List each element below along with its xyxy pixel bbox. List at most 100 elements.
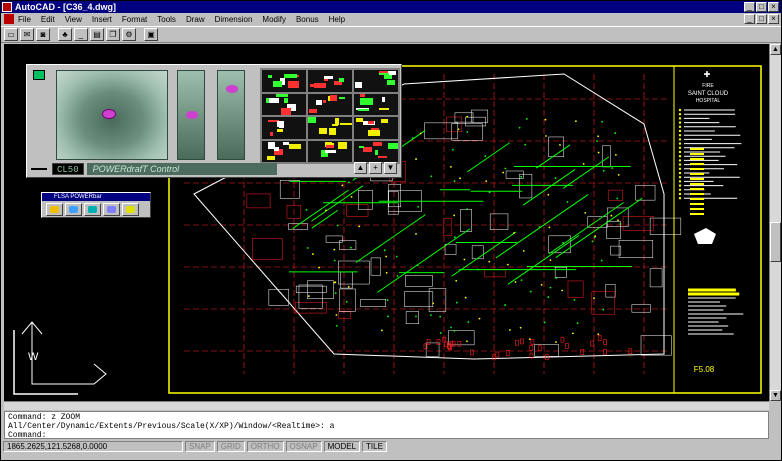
tree-icon[interactable]: ♣ bbox=[58, 28, 72, 41]
menu-tools[interactable]: Tools bbox=[157, 15, 176, 24]
elevation-slider-knob[interactable] bbox=[226, 85, 238, 93]
sprinkler-head bbox=[614, 132, 617, 134]
view-icon[interactable] bbox=[103, 203, 120, 216]
osnap-toggle[interactable]: OSNAP bbox=[285, 441, 322, 452]
rotate-slider[interactable] bbox=[177, 70, 205, 160]
command-prompt[interactable]: Command: bbox=[8, 431, 765, 440]
horizontal-scrollbar[interactable] bbox=[4, 401, 769, 410]
layer-icon[interactable] bbox=[122, 203, 139, 216]
menu-bar: File Edit View Insert Format Tools Draw … bbox=[1, 13, 781, 25]
sprinkler-head bbox=[432, 302, 435, 305]
menu-view[interactable]: View bbox=[65, 15, 82, 24]
model-toggle[interactable]: MODEL bbox=[323, 441, 361, 452]
rotate-slider-knob[interactable] bbox=[186, 111, 198, 119]
viewpoint-marker[interactable] bbox=[102, 109, 116, 119]
scroll-down-button[interactable]: ▼ bbox=[384, 162, 397, 174]
sprinkler-head bbox=[562, 242, 564, 244]
room bbox=[404, 291, 434, 307]
menu-insert[interactable]: Insert bbox=[92, 15, 112, 24]
camera-icon[interactable]: ◙ bbox=[36, 28, 50, 41]
window-minimize-button[interactable]: _ bbox=[744, 2, 755, 12]
settings-icon[interactable]: ⚙ bbox=[122, 28, 136, 41]
command-window[interactable]: Command: z ZOOM All/Center/Dynamic/Exten… bbox=[4, 411, 769, 440]
view-thumbnail[interactable] bbox=[262, 117, 306, 139]
view-thumbnail[interactable] bbox=[308, 140, 352, 162]
scroll-down-arrow-icon[interactable]: ▼ bbox=[770, 390, 781, 401]
room bbox=[337, 311, 351, 319]
ortho-toggle[interactable]: ORTHO bbox=[246, 441, 284, 452]
menu-bonus[interactable]: Bonus bbox=[296, 15, 319, 24]
ucs-icon: W bbox=[13, 321, 107, 395]
title-block-line1: FIRE bbox=[702, 83, 714, 89]
doc-close-button[interactable]: × bbox=[768, 14, 779, 24]
menu-dimension[interactable]: Dimension bbox=[215, 15, 253, 24]
mail-icon[interactable]: ✉ bbox=[20, 28, 34, 41]
view-thumbnail[interactable] bbox=[262, 93, 306, 115]
sprinkler-head bbox=[453, 329, 456, 332]
view-thumbnail[interactable] bbox=[308, 93, 352, 115]
view-thumbnail[interactable] bbox=[262, 70, 306, 92]
orbit-icon[interactable] bbox=[84, 203, 101, 216]
zoom-icon[interactable] bbox=[65, 203, 82, 216]
view-thumbnail[interactable] bbox=[354, 70, 398, 92]
title-block: ✚ FIRE SAINT CLOUD HOSPITAL F5.08 bbox=[688, 70, 729, 374]
room bbox=[358, 190, 373, 210]
view-thumbnail[interactable] bbox=[354, 117, 398, 139]
window-icon[interactable]: ▤ bbox=[90, 28, 104, 41]
vertical-scrollbar[interactable]: ▲ ▼ bbox=[769, 44, 781, 401]
document-icon[interactable] bbox=[4, 14, 14, 24]
save-icon[interactable]: ▣ bbox=[144, 28, 158, 41]
sprinkler-head bbox=[597, 135, 599, 138]
sprinkler-head bbox=[466, 115, 469, 118]
view-thumbnail[interactable] bbox=[262, 140, 306, 162]
menu-file[interactable]: File bbox=[18, 15, 31, 24]
view-thumbnail[interactable] bbox=[354, 140, 398, 162]
window-maximize-button[interactable]: □ bbox=[756, 2, 767, 12]
sprinkler-head bbox=[457, 128, 460, 131]
room bbox=[640, 335, 672, 356]
menu-draw[interactable]: Draw bbox=[186, 15, 205, 24]
view-thumbnail[interactable] bbox=[308, 70, 352, 92]
sprinkler-head bbox=[538, 226, 541, 229]
scroll-up-button[interactable]: ▲ bbox=[354, 162, 367, 174]
autocad-app-icon[interactable] bbox=[2, 2, 12, 12]
menu-format[interactable]: Format bbox=[122, 15, 147, 24]
powerbar-title[interactable]: FLSA POWERbar bbox=[42, 193, 150, 201]
doc-restore-button[interactable]: □ bbox=[756, 14, 767, 24]
doc-minimize-button[interactable]: _ bbox=[744, 14, 755, 24]
sprinkler-head bbox=[484, 155, 487, 158]
window-close-button[interactable]: × bbox=[768, 2, 779, 12]
minimize-icon[interactable]: _ bbox=[74, 28, 88, 41]
panel-status-icon[interactable] bbox=[33, 70, 45, 80]
menu-help[interactable]: Help bbox=[329, 15, 345, 24]
room bbox=[607, 189, 623, 201]
view-thumbnail[interactable] bbox=[308, 117, 352, 139]
menu-edit[interactable]: Edit bbox=[41, 15, 55, 24]
sprinkler-head bbox=[383, 249, 386, 252]
vertical-scroll-thumb[interactable] bbox=[770, 222, 781, 262]
powerbar-toolbar[interactable]: FLSA POWERbar bbox=[41, 192, 151, 218]
title-bar[interactable]: AutoCAD - [C36_4.dwg] _ □ × bbox=[1, 1, 781, 13]
scroll-up-arrow-icon[interactable]: ▲ bbox=[770, 44, 781, 55]
menu-modify[interactable]: Modify bbox=[262, 15, 286, 24]
grid-toggle[interactable]: GRID bbox=[216, 441, 245, 452]
drawing-canvas[interactable]: W ✚ FIRE SAINT CLOUD HOSPITAL F5.08 CL50… bbox=[4, 44, 769, 401]
powerpanel-toolbar[interactable]: CL50 POWERdrafT Control ▲ + ▼ bbox=[26, 64, 402, 178]
room bbox=[360, 299, 386, 307]
open-icon[interactable]: ▭ bbox=[4, 28, 18, 41]
viewpoint-sphere[interactable] bbox=[56, 70, 168, 160]
view-thumbnail[interactable] bbox=[354, 93, 398, 115]
room bbox=[295, 302, 327, 314]
pan-icon[interactable] bbox=[46, 203, 63, 216]
snap-toggle[interactable]: SNAP bbox=[185, 441, 215, 452]
sprinkler-head bbox=[611, 167, 614, 169]
add-view-button[interactable]: + bbox=[369, 162, 382, 174]
sprinkler-head bbox=[543, 321, 546, 324]
cascade-icon[interactable]: ❐ bbox=[106, 28, 120, 41]
minus-icon[interactable] bbox=[31, 167, 47, 170]
sprinkler-head bbox=[584, 211, 587, 214]
sprinkler-head bbox=[616, 197, 619, 200]
elevation-slider[interactable] bbox=[217, 70, 245, 160]
sprinkler-head bbox=[466, 340, 468, 343]
tile-toggle[interactable]: TILE bbox=[362, 441, 387, 452]
